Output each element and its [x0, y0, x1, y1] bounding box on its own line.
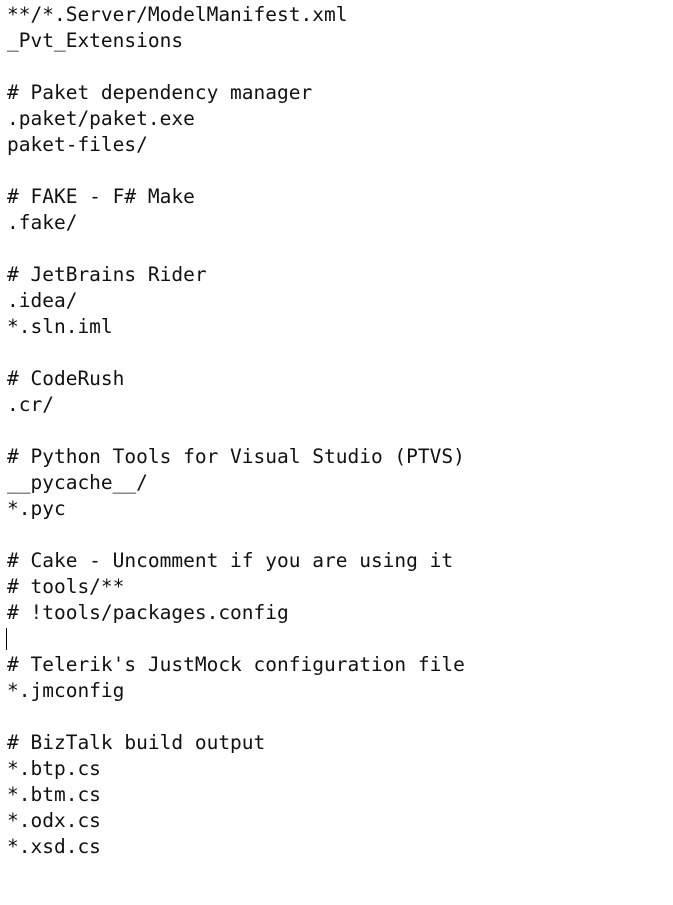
editor-line[interactable]: paket-files/: [7, 132, 667, 158]
editor-line[interactable]: *.btp.cs: [7, 756, 667, 782]
editor-line[interactable]: [7, 236, 667, 262]
editor-line[interactable]: # Python Tools for Visual Studio (PTVS): [7, 444, 667, 470]
editor-line[interactable]: # JetBrains Rider: [7, 262, 667, 288]
editor-line[interactable]: *.jmconfig: [7, 678, 667, 704]
editor-line[interactable]: [7, 418, 667, 444]
editor-line[interactable]: [7, 522, 667, 548]
editor-line[interactable]: __pycache__/: [7, 470, 667, 496]
editor-line[interactable]: # Telerik's JustMock configuration file: [7, 652, 667, 678]
editor-line[interactable]: # Paket dependency manager: [7, 80, 667, 106]
editor-line[interactable]: **/*.Server/ModelManifest.xml: [7, 2, 667, 28]
editor-line[interactable]: *.odx.cs: [7, 808, 667, 834]
text-editor[interactable]: **/*.Server/ModelManifest.xml _Pvt_Extens…: [6, 2, 667, 860]
editor-line[interactable]: # CodeRush: [7, 366, 667, 392]
editor-line[interactable]: .idea/: [7, 288, 667, 314]
editor-line[interactable]: [6, 626, 667, 652]
text-caret: [6, 628, 7, 650]
editor-line[interactable]: [7, 704, 667, 730]
editor-line[interactable]: # FAKE - F# Make: [7, 184, 667, 210]
editor-line[interactable]: .paket/paket.exe: [7, 106, 667, 132]
editor-line[interactable]: .fake/: [7, 210, 667, 236]
editor-line[interactable]: _Pvt_Extensions: [7, 28, 667, 54]
editor-line[interactable]: # BizTalk build output: [7, 730, 667, 756]
editor-line[interactable]: # Cake - Uncomment if you are using it: [7, 548, 667, 574]
editor-line[interactable]: .cr/: [7, 392, 667, 418]
editor-line[interactable]: # !tools/packages.config: [7, 600, 667, 626]
editor-line[interactable]: *.sln.iml: [7, 314, 667, 340]
editor-line[interactable]: *.xsd.cs: [7, 834, 667, 860]
editor-line[interactable]: [7, 340, 667, 366]
editor-line[interactable]: # tools/**: [7, 574, 667, 600]
editor-line[interactable]: [7, 54, 667, 80]
editor-line[interactable]: *.btm.cs: [7, 782, 667, 808]
editor-line[interactable]: [7, 158, 667, 184]
editor-line[interactable]: *.pyc: [7, 496, 667, 522]
